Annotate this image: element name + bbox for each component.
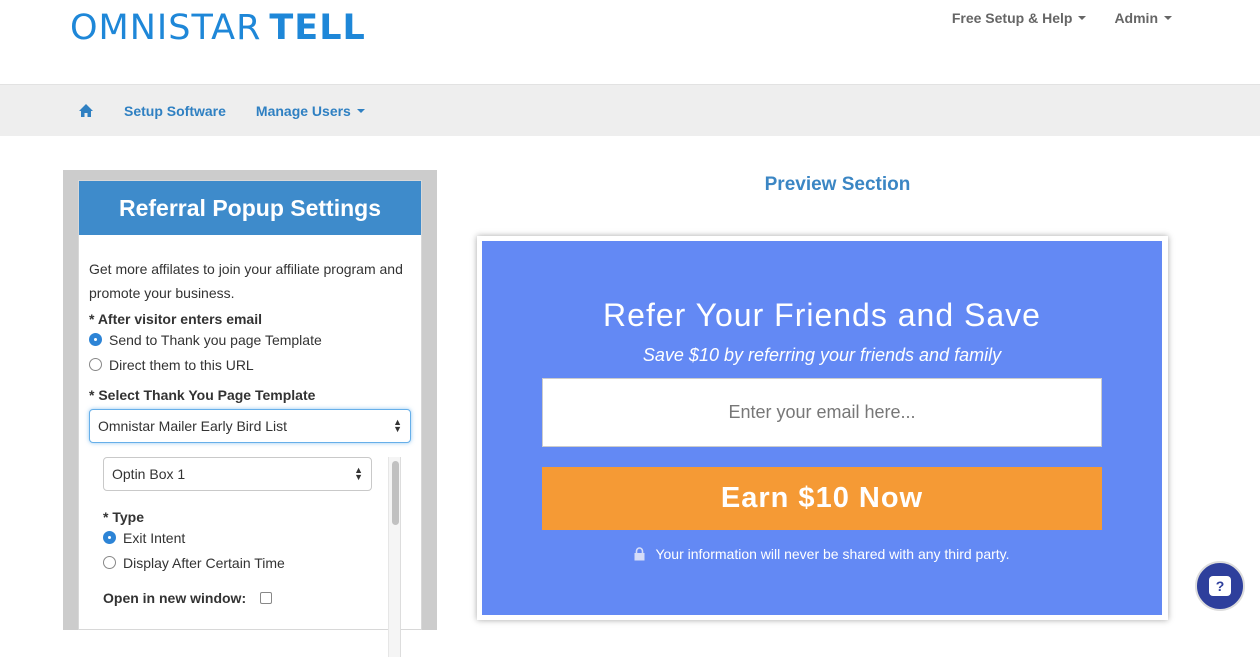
radio-button[interactable] <box>103 556 116 569</box>
nav-setup-software[interactable]: Setup Software <box>124 103 226 119</box>
home-icon <box>79 104 93 117</box>
popup-email-input[interactable]: Enter your email here... <box>542 378 1102 447</box>
popup-options-scroll-area: Optin Box 1 ▲ ▼ * Type Exit Intent Displa… <box>89 457 401 657</box>
after-email-label: * After visitor enters email <box>89 311 262 327</box>
template-select-label: * Select Thank You Page Template <box>89 387 316 403</box>
open-new-window-row: Open in new window: <box>103 585 372 610</box>
radio-direct-url-label: Direct them to this URL <box>109 356 254 373</box>
radio-button[interactable] <box>89 358 102 371</box>
caret-down-icon <box>1164 16 1172 20</box>
radio-button-checked[interactable] <box>89 333 102 346</box>
top-header: OMNISTAR TELL Free Setup & Help Admin <box>0 0 1260 84</box>
top-menu: Free Setup & Help Admin <box>952 10 1172 26</box>
popup-subheadline: Save $10 by referring your friends and f… <box>642 345 1002 365</box>
free-setup-help-menu[interactable]: Free Setup & Help <box>952 10 1087 26</box>
main-navbar: Setup Software Manage Users <box>0 84 1260 136</box>
omnistar-tell-logo[interactable]: OMNISTAR TELL <box>70 8 366 48</box>
options-scrollbar[interactable] <box>388 457 400 657</box>
admin-label: Admin <box>1114 10 1158 26</box>
radio-exit-intent-label: Exit Intent <box>123 529 186 546</box>
template-select-value: Omnistar Mailer Early Bird List <box>98 418 288 434</box>
help-chat-button[interactable]: ? <box>1195 561 1245 611</box>
open-new-window-label: Open in new window: <box>103 589 247 606</box>
caret-down-icon <box>1078 16 1087 20</box>
radio-send-thank-you[interactable]: Send to Thank you page Template <box>89 327 411 352</box>
thank-you-template-select[interactable]: Omnistar Mailer Early Bird List ▲ ▼ <box>89 409 411 443</box>
admin-menu[interactable]: Admin <box>1114 10 1172 26</box>
settings-intro-text: Get more affilates to join your affiliat… <box>89 261 403 301</box>
preview-section-title: Preview Section <box>764 174 911 195</box>
lock-icon <box>634 547 645 561</box>
popup-headline: Refer Your Friends and Save <box>603 297 1041 333</box>
caret-down-icon <box>356 109 365 113</box>
radio-display-after-time-label: Display After Certain Time <box>123 554 285 571</box>
select-arrows-icon: ▲ ▼ <box>393 417 402 434</box>
scrollbar-thumb[interactable] <box>392 461 399 525</box>
nav-manage-users-label: Manage Users <box>255 103 351 119</box>
radio-send-thank-you-label: Send to Thank you page Template <box>109 331 322 348</box>
radio-button-checked[interactable] <box>103 531 116 544</box>
privacy-text: Your information will never be shared wi… <box>655 546 1010 562</box>
popup-preview-frame: Refer Your Friends and Save Save $10 by … <box>477 236 1168 620</box>
logo-text-tell: TELL <box>269 8 366 48</box>
referral-popup-settings-card: Referral Popup Settings Get more affilat… <box>78 180 422 657</box>
type-label: * Type <box>103 509 144 525</box>
help-question-icon: ? <box>1209 576 1231 596</box>
home-link[interactable] <box>78 103 94 119</box>
select-arrows-icon: ▲ ▼ <box>354 465 363 482</box>
radio-exit-intent[interactable]: Exit Intent <box>103 525 372 550</box>
nav-manage-users[interactable]: Manage Users <box>256 103 365 119</box>
settings-card-title: Referral Popup Settings <box>79 181 421 235</box>
privacy-note: Your information will never be shared wi… <box>482 546 1162 562</box>
settings-panel-wrapper: Referral Popup Settings Get more affilat… <box>63 170 437 657</box>
earn-now-button[interactable]: Earn $10 Now <box>542 467 1102 530</box>
nav-setup-software-label: Setup Software <box>124 103 226 119</box>
popup-preview: Refer Your Friends and Save Save $10 by … <box>482 241 1162 615</box>
logo-text-omnistar: OMNISTAR <box>70 8 262 48</box>
radio-direct-url[interactable]: Direct them to this URL <box>89 352 411 377</box>
radio-display-after-time[interactable]: Display After Certain Time <box>103 550 372 575</box>
free-setup-help-label: Free Setup & Help <box>951 10 1073 26</box>
email-placeholder: Enter your email here... <box>728 402 916 422</box>
optin-box-select[interactable]: Optin Box 1 ▲ ▼ <box>103 457 372 491</box>
optin-select-value: Optin Box 1 <box>112 466 186 482</box>
open-new-window-checkbox[interactable] <box>260 591 273 604</box>
